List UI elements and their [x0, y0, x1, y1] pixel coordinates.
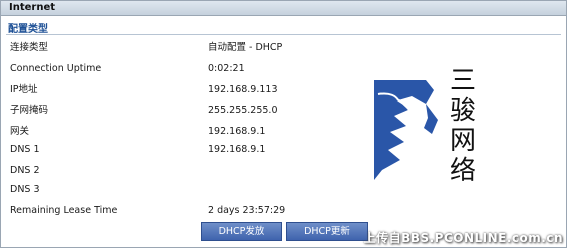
gateway-label: 网关: [10, 126, 30, 137]
dns1-label: DNS 1: [10, 144, 40, 155]
watermark-text: 上传自BBS.PCONLINE.com.cn: [363, 231, 563, 245]
section-divider: [6, 34, 561, 35]
dns1-value: 192.168.9.1: [208, 144, 266, 155]
dns3-label: DNS 3: [10, 184, 40, 195]
dhcp-release-button[interactable]: DHCP发放: [201, 222, 282, 241]
connection-type-label: 连接类型: [10, 42, 49, 53]
sanjun-logo-icon: [374, 80, 438, 180]
remaining-lease-value: 2 days 23:57:29: [208, 205, 286, 216]
dns2-label: DNS 2: [10, 165, 40, 176]
connection-uptime-value: 0:02:21: [208, 63, 245, 74]
dhcp-renew-button[interactable]: DHCP更新: [286, 222, 368, 241]
logo-char-3: 网: [449, 126, 476, 156]
panel-title: Internet: [1, 1, 566, 16]
gateway-value: 192.168.9.1: [208, 126, 266, 137]
section-title: 配置类型: [8, 24, 48, 35]
subnet-mask-value: 255.255.255.0: [208, 105, 278, 116]
ip-address-label: IP地址: [10, 84, 38, 95]
logo-char-1: 三: [449, 66, 476, 96]
remaining-lease-label: Remaining Lease Time: [10, 205, 118, 216]
row-connection-type: 连接类型 自动配置 - DHCP: [0, 41, 567, 55]
logo-char-2: 骏: [449, 96, 476, 126]
connection-uptime-label: Connection Uptime: [10, 63, 102, 74]
ip-address-value: 192.168.9.113: [208, 84, 278, 95]
subnet-mask-label: 子网掩码: [10, 105, 49, 116]
logo-char-4: 络: [449, 156, 476, 186]
connection-type-value: 自动配置 - DHCP: [208, 42, 283, 53]
logo-text: 三 骏 网 络: [443, 66, 483, 186]
row-remaining-lease: Remaining Lease Time 2 days 23:57:29: [0, 204, 567, 218]
